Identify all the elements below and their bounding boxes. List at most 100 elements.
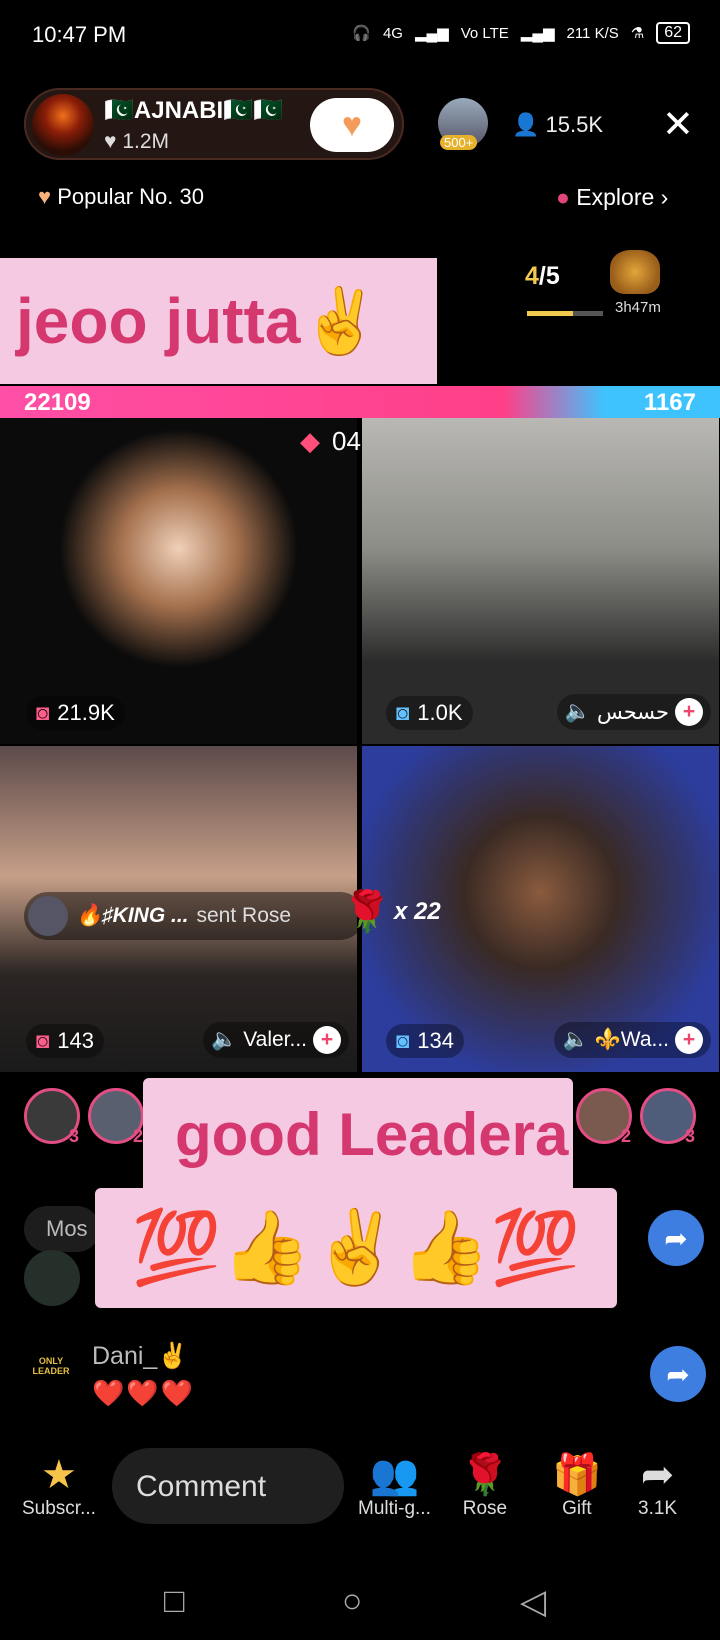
rose-label: Rose — [462, 1498, 508, 1519]
rose-gift-button[interactable]: 🌹 Rose — [460, 1452, 510, 1520]
home-icon[interactable]: ○ — [342, 1582, 363, 1621]
planet-icon: ● — [556, 184, 577, 210]
signal-icon: ▂▄▆ — [414, 25, 449, 42]
follow-plus-icon[interactable]: + — [313, 1026, 341, 1054]
badge-label: 500+ — [440, 135, 478, 150]
camera-icon: ◙ — [396, 700, 410, 725]
tile-likes: ◙ 143 — [26, 1024, 105, 1058]
heart-plus-icon: ♥ — [341, 105, 363, 144]
guest-rank: 3 — [68, 1126, 79, 1146]
heart-icon: ♥ — [38, 184, 58, 209]
score-left: 22109 — [24, 389, 91, 416]
battle-score-bar: 22109 1167 — [0, 386, 720, 418]
host-likes: ♥ 1.2M — [104, 130, 169, 154]
person-icon: 👤 — [512, 112, 546, 137]
share-icon[interactable]: ➦ — [648, 1210, 704, 1266]
tile-user[interactable]: 🔈 Valer... + — [203, 1022, 349, 1058]
guest-avatar[interactable]: 2 — [576, 1088, 632, 1146]
tile-user[interactable]: 🔈 ⚜️Wa... + — [554, 1022, 711, 1058]
top-viewer-badge[interactable]: 500+ — [438, 98, 488, 150]
comment-text: ❤️❤️❤️ — [92, 1378, 196, 1408]
comment-input[interactable]: Comment — [112, 1448, 344, 1524]
tile-user-name: حسحس — [596, 700, 669, 724]
tile-likes-value: 21.9K — [57, 700, 115, 725]
tile-likes: ◙ 21.9K — [26, 696, 125, 730]
follow-plus-icon[interactable]: + — [675, 698, 703, 726]
gift-notification: 🔥♯KING ... sent Rose — [24, 892, 364, 940]
mute-icon: 🔈 — [211, 1028, 238, 1051]
tile-likes-value: 134 — [417, 1028, 455, 1053]
battle-icon: ◆ — [300, 426, 320, 456]
commenter-avatar[interactable]: ONLY LEADER — [30, 1332, 72, 1392]
network-4g-label: 4G — [382, 24, 403, 42]
commenter-name: Dani_✌️ — [92, 1342, 189, 1370]
popular-rank[interactable]: ♥ Popular No. 30 — [38, 184, 204, 210]
flask-icon: ⚗ — [630, 25, 645, 42]
multi-guest-label: Multi-g... — [358, 1498, 431, 1519]
host-capsule[interactable]: 🇵🇰AJNABI🇵🇰🇵🇰 ♥ 1.2M ♥ — [24, 88, 404, 160]
follow-plus-icon[interactable]: + — [675, 1026, 703, 1054]
tile-likes: ◙ 134 — [386, 1024, 465, 1058]
guest-avatar[interactable]: 3 — [640, 1088, 696, 1146]
mute-icon: 🔈 — [564, 700, 591, 723]
tile-likes-value: 143 — [57, 1028, 95, 1053]
tile-user-name: Valer... — [243, 1028, 307, 1051]
recents-icon[interactable]: □ — [164, 1582, 185, 1621]
popular-rank-label: Popular No. 30 — [57, 184, 204, 209]
net-speed: 211 K/S — [566, 24, 619, 42]
tile-user-name: ⚜️Wa... — [594, 1028, 669, 1051]
round-progress-fill — [527, 311, 573, 316]
people-icon: 👥 — [369, 1453, 420, 1497]
gift-text: sent Rose — [196, 904, 292, 927]
tile-likes-value: 1.0K — [417, 700, 463, 725]
share-count: 3.1K — [638, 1498, 678, 1519]
subscribe-label: Subscr... — [22, 1498, 96, 1519]
explore-label: Explore — [576, 184, 655, 210]
sticker-text: jeoo jutta✌️ — [16, 285, 381, 357]
follow-button[interactable]: ♥ — [310, 98, 394, 152]
camera-icon: ◙ — [396, 1028, 410, 1053]
host-name: 🇵🇰AJNABI🇵🇰🇵🇰 — [104, 97, 283, 124]
video-tile-1[interactable]: ◙ 21.9K — [0, 418, 357, 744]
rose-icon: 🌹 — [460, 1453, 510, 1497]
guest-avatar[interactable]: 2 — [88, 1088, 144, 1146]
round-indicator: 4/5 — [525, 262, 560, 291]
chevron-right-icon: › — [654, 184, 669, 210]
viewer-count-value: 15.5K — [545, 112, 604, 137]
round-current: 4 — [525, 262, 539, 290]
share-icon[interactable]: ➦ — [650, 1346, 706, 1402]
tile-user[interactable]: 🔈 حسحس + — [556, 694, 711, 730]
commenter-avatar[interactable] — [24, 1250, 80, 1306]
status-bar: 10:47 PM 🎧 4G ▂▄▆ Vo LTE ▂▄▆ 211 K/S ⚗ 6… — [0, 0, 720, 70]
host-likes-value: 1.2M — [122, 130, 169, 153]
most-filter-button[interactable]: Mos — [24, 1206, 100, 1252]
gift-icon: 🎁 — [552, 1453, 602, 1497]
share-button[interactable]: ➦ 3.1K — [638, 1452, 677, 1520]
signal2-icon: ▂▄▆ — [520, 25, 555, 42]
battery-level: 62 — [656, 22, 690, 44]
gift-button[interactable]: 🎁 Gift — [552, 1452, 602, 1520]
video-tile-2[interactable]: ◙ 1.0K 🔈 حسحس + — [362, 418, 719, 744]
viewer-count[interactable]: 👤 15.5K — [512, 112, 603, 138]
star-icon: ★ — [41, 1453, 77, 1497]
system-nav-bar: □ ○ ◁ — [0, 1560, 720, 1640]
close-icon[interactable]: ✕ — [662, 102, 694, 147]
back-icon[interactable]: ◁ — [520, 1582, 546, 1622]
camera-icon: ◙ — [36, 700, 50, 725]
bottom-action-bar: ★ Subscr... 👥 Multi-g... 🌹 Rose 🎁 Gift ➦ 3.1K — [0, 1446, 720, 1538]
event-timer: 3h47m — [615, 299, 661, 316]
gift-label: Gift — [562, 1498, 592, 1519]
multi-guest-button[interactable]: 👥 Multi-g... — [358, 1452, 431, 1520]
subscribe-button[interactable]: ★ Subscr... — [22, 1452, 96, 1520]
guest-avatar[interactable]: 3 — [24, 1088, 80, 1146]
headphones-icon: 🎧 — [352, 25, 371, 42]
explore-link[interactable]: ● Explore › — [556, 184, 668, 211]
lion-icon[interactable] — [610, 250, 660, 294]
sticker-comment: jeoo jutta✌️ — [0, 258, 437, 384]
camera-icon: ◙ — [36, 1028, 50, 1053]
network-lte-label: Vo LTE — [460, 24, 509, 42]
sticker-emoji: 💯👍✌️👍💯 — [95, 1188, 617, 1308]
gift-count: x 22 — [394, 898, 441, 925]
host-avatar[interactable] — [32, 94, 94, 156]
round-progress-bar — [527, 311, 603, 316]
